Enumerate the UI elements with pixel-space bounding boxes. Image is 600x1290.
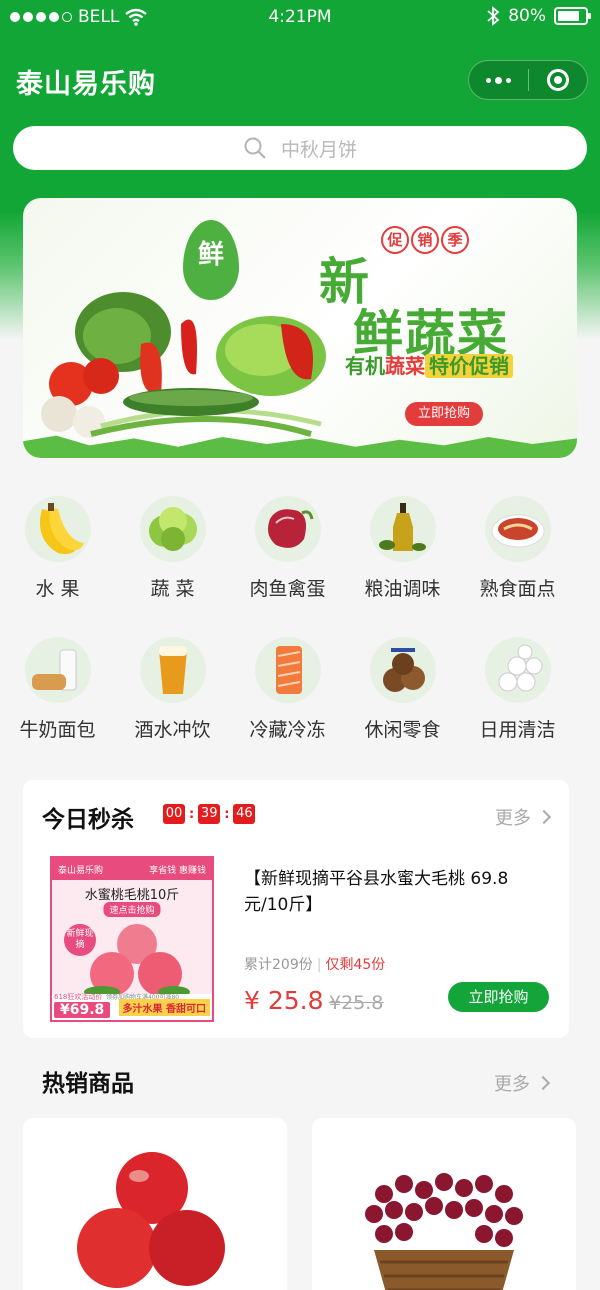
grapes-basket-icon — [365, 1173, 523, 1290]
chevron-right-icon — [536, 809, 552, 825]
flash-sale-more-link[interactable]: 更多 — [495, 804, 552, 830]
bluetooth-icon — [487, 6, 500, 26]
category-milk-bread[interactable]: 牛奶面包 — [0, 637, 115, 778]
badge-char: 季 — [441, 226, 469, 254]
category-grain-oil-seasoning[interactable]: 粮油调味 — [345, 496, 460, 637]
close-mini-program-button[interactable] — [528, 61, 587, 99]
category-cooked-food[interactable]: 熟食面点 — [460, 496, 575, 637]
category-label: 牛奶面包 — [19, 719, 96, 741]
category-label: 熟食面点 — [479, 578, 556, 600]
category-label: 酒水冲饮 — [134, 719, 211, 741]
vegetables-illustration — [41, 292, 326, 438]
countdown-timer: 00 : 39 : 46 — [163, 804, 256, 824]
banner-subtitle: 有机蔬菜 特价促销 — [345, 350, 513, 379]
category-label: 休闲零食 — [364, 719, 441, 741]
image-product-name: 水蜜桃毛桃10斤 — [84, 888, 180, 903]
target-icon — [546, 69, 569, 91]
category-vegetables[interactable]: 蔬 菜 — [115, 496, 230, 637]
more-menu-button[interactable] — [469, 61, 528, 99]
flash-sale-card: 今日秒杀 00 : 39 : 46 更多 泰山易乐购 享省钱 惠赚钱 水蜜桃毛桃… — [23, 780, 569, 1038]
tissue-rolls-icon — [484, 637, 551, 703]
image-top-strip: 泰山易乐购 享省钱 惠赚钱 — [52, 858, 212, 880]
category-household-cleaning[interactable]: 日用清洁 — [460, 637, 575, 778]
milk-bread-icon — [24, 637, 91, 703]
banner-subtitle-part: 有机 — [345, 354, 385, 378]
image-price: ¥69.8 — [54, 1002, 111, 1018]
more-dots-icon — [485, 76, 511, 84]
hot-product-card[interactable] — [312, 1118, 576, 1290]
salmon-icon — [254, 637, 321, 703]
remaining-count: 仅剩45份 — [325, 957, 386, 973]
category-snacks[interactable]: 休闲零食 — [345, 637, 460, 778]
category-drinks[interactable]: 酒水冲饮 — [115, 637, 230, 778]
category-label: 粮油调味 — [364, 578, 441, 600]
flash-product-title[interactable]: 【新鲜现摘平谷县水蜜大毛桃 69.8元/10斤】 — [244, 866, 544, 918]
noodle-bowl-icon — [484, 496, 551, 562]
category-label: 肉鱼禽蛋 — [249, 578, 326, 600]
sales-info: 累计209份 | 仅剩45份 — [244, 954, 385, 974]
category-grid: 水 果 蔬 菜 肉鱼禽蛋 粮油调味 熟食面点 牛奶面包 酒水冲饮 冷藏冷冻 休闲… — [0, 496, 600, 778]
category-frozen[interactable]: 冷藏冷冻 — [230, 637, 345, 778]
image-slogan: 享省钱 惠赚钱 — [149, 865, 206, 876]
sold-count: 累计209份 — [244, 957, 313, 973]
buy-now-button[interactable]: 立即抢购 — [448, 982, 549, 1012]
sale-price: ¥ 25.8 — [244, 986, 324, 1015]
battery-percent: 80% — [508, 6, 546, 26]
countdown-seconds: 46 — [233, 804, 256, 824]
battery-icon — [554, 7, 591, 25]
flash-product-image[interactable]: 泰山易乐购 享省钱 惠赚钱 水蜜桃毛桃10斤 速点击抢购 新鲜现摘 618狂欢活… — [50, 856, 214, 1022]
category-fruit[interactable]: 水 果 — [0, 496, 115, 637]
image-fresh-badge: 新鲜现摘 — [64, 924, 96, 956]
chevron-right-icon — [535, 1075, 551, 1091]
badge-char: 促 — [381, 226, 409, 254]
banner-subtitle-part: 蔬菜 — [385, 354, 425, 378]
hot-products-more-link[interactable]: 更多 — [494, 1070, 551, 1096]
category-label: 日用清洁 — [479, 719, 556, 741]
countdown-colon: : — [224, 806, 230, 822]
page-title: 泰山易乐购 — [16, 69, 156, 100]
mini-program-capsule — [468, 60, 588, 100]
fresh-logo: 鲜 — [183, 220, 239, 300]
promo-banner[interactable]: 鲜 促 销 季 新 鲜蔬菜 有机蔬菜 特价促销 立即抢购 — [23, 198, 577, 458]
search-icon — [244, 137, 266, 159]
more-label: 更多 — [494, 1074, 530, 1095]
category-label: 冷藏冷冻 — [249, 719, 326, 741]
banner-buy-button[interactable]: 立即抢购 — [405, 402, 483, 426]
hot-product-card[interactable] — [23, 1118, 287, 1290]
peaches-illustration — [84, 924, 190, 998]
original-price: ¥25.8 — [329, 992, 384, 1014]
image-store-name: 泰山易乐购 — [58, 865, 104, 876]
image-tag: 速点击抢购 — [103, 902, 161, 917]
oil-bottle-icon — [369, 496, 436, 562]
badge-char: 销 — [411, 226, 439, 254]
image-event: 618狂欢活动价 — [54, 993, 103, 1001]
nectarine-icon — [77, 1152, 225, 1288]
search-placeholder: 中秋月饼 — [280, 138, 357, 161]
banner-subtitle-highlight: 特价促销 — [425, 354, 513, 378]
hot-products-title: 热销商品 — [42, 1071, 134, 1097]
promo-season-badge: 促 销 季 — [381, 226, 469, 254]
category-label: 水 果 — [35, 578, 80, 600]
status-bar: BELL 4:21PM 80% — [0, 0, 600, 36]
category-label: 蔬 菜 — [150, 578, 195, 600]
countdown-hours: 00 — [163, 804, 185, 824]
category-meat-fish-eggs[interactable]: 肉鱼禽蛋 — [230, 496, 345, 637]
countdown-minutes: 39 — [198, 804, 221, 824]
more-label: 更多 — [495, 808, 531, 829]
search-bar[interactable]: 中秋月饼 — [13, 126, 587, 170]
cookies-icon — [369, 637, 436, 703]
sales-separator: | — [316, 957, 322, 973]
image-footer-slogan: 多汁水果 香甜可口 — [118, 999, 210, 1016]
steak-icon — [254, 496, 321, 562]
flash-sale-title: 今日秒杀 — [42, 807, 134, 833]
lettuce-icon — [139, 496, 206, 562]
countdown-colon: : — [189, 806, 195, 822]
banana-icon — [24, 496, 91, 562]
beer-icon — [139, 637, 206, 703]
